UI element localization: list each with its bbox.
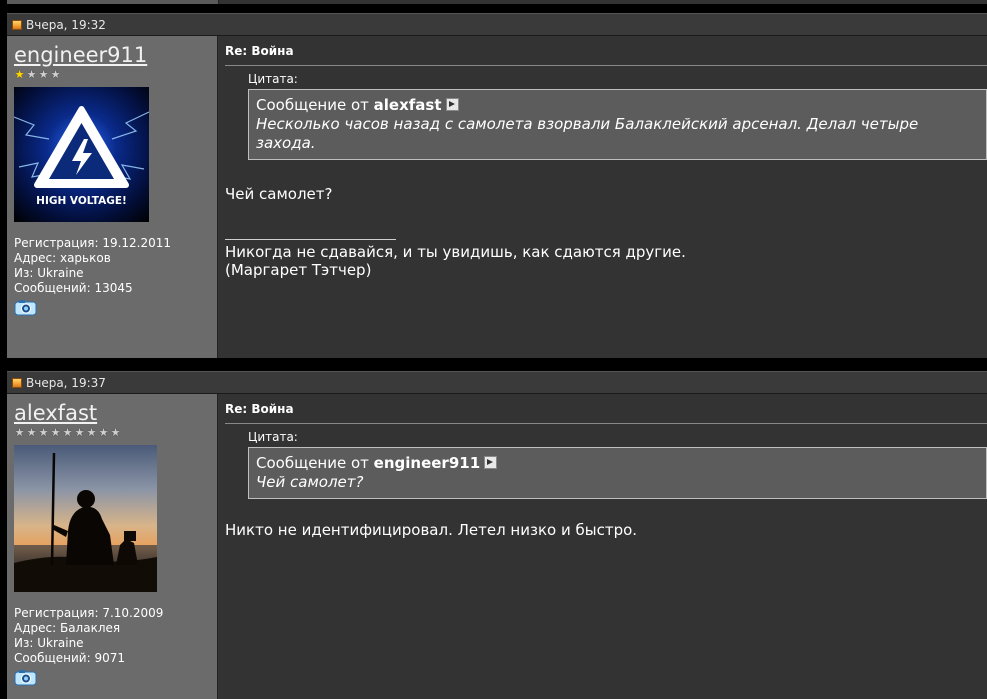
camera-icon[interactable] <box>14 669 37 686</box>
user-country: Из: Ukraine <box>14 266 84 280</box>
star-icon: ★ <box>50 426 61 439</box>
quote-box: Сообщение от alexfast Несколько часов на… <box>248 89 987 160</box>
message-panel: Re: Война Цитата: Сообщение от engineer9… <box>218 394 987 699</box>
quote-author: engineer911 <box>373 454 481 472</box>
quote-text: Чей самолет? <box>256 473 364 491</box>
post-header: Вчера, 19:37 <box>7 371 987 394</box>
star-icon: ★ <box>26 426 37 439</box>
user-rank-stars: ★ ★ ★ ★ <box>14 69 217 81</box>
user-rank-stars: ★ ★ ★ ★ ★ ★ ★ ★ ★ <box>14 427 217 439</box>
quote-label: Цитата: <box>248 430 298 444</box>
camera-icon[interactable] <box>14 299 37 316</box>
go-to-post-icon[interactable] <box>484 456 498 469</box>
previous-user-cell <box>7 0 219 4</box>
quote-prefix: Сообщение от <box>256 96 374 114</box>
avatar <box>14 445 157 592</box>
signature-divider <box>225 239 396 240</box>
star-icon: ★ <box>26 68 37 81</box>
star-icon: ★ <box>110 426 121 439</box>
post-title: Re: Война <box>225 44 294 58</box>
go-to-post-icon[interactable] <box>445 98 459 111</box>
star-icon: ★ <box>62 426 73 439</box>
message-panel: Re: Война Цитата: Сообщение от alexfast … <box>218 36 987 358</box>
post-status-icon <box>12 377 22 388</box>
message-text: Чей самолет? <box>225 185 333 203</box>
post-title: Re: Война <box>225 402 294 416</box>
avatar-caption: HIGH VOLTAGE! <box>36 195 127 207</box>
user-panel: alexfast ★ ★ ★ ★ ★ ★ ★ ★ ★ Регистрация: … <box>7 394 218 699</box>
avatar: HIGH VOLTAGE! <box>14 87 149 222</box>
user-post-count: Сообщений: 13045 <box>14 281 133 295</box>
previous-post-tail <box>0 0 987 12</box>
signature-line: (Маргарет Тэтчер) <box>225 261 372 279</box>
quote-label: Цитата: <box>248 72 298 86</box>
post-timestamp: Вчера, 19:32 <box>26 17 106 32</box>
user-post-count: Сообщений: 9071 <box>14 651 125 665</box>
post-header: Вчера, 19:32 <box>7 13 987 36</box>
star-icon: ★ <box>14 426 25 439</box>
post: Вчера, 19:32 engineer911 ★ ★ ★ ★ HIGH VO… <box>7 13 987 358</box>
quote-prefix: Сообщение от <box>256 454 374 472</box>
signature-line: Никогда не сдавайся, и ты увидишь, как с… <box>225 243 686 261</box>
quote-author: alexfast <box>373 96 442 114</box>
star-icon: ★ <box>98 426 109 439</box>
user-info: Регистрация: 7.10.2009 Адрес: Балаклея И… <box>14 606 217 666</box>
registration-date: Регистрация: 19.12.2011 <box>14 236 172 250</box>
star-icon: ★ <box>86 426 97 439</box>
user-address: Адрес: Балаклея <box>14 621 121 635</box>
quote-box: Сообщение от engineer911 Чей самолет? <box>248 447 987 499</box>
star-icon: ★ <box>38 68 49 81</box>
previous-message-cell <box>219 0 987 4</box>
star-icon: ★ <box>14 68 25 81</box>
post-timestamp: Вчера, 19:37 <box>26 375 106 390</box>
user-country: Из: Ukraine <box>14 636 84 650</box>
user-info: Регистрация: 19.12.2011 Адрес: харьков И… <box>14 236 217 296</box>
title-divider <box>225 65 987 66</box>
username-link[interactable]: alexfast <box>14 401 97 425</box>
star-icon: ★ <box>38 426 49 439</box>
star-icon: ★ <box>74 426 85 439</box>
star-icon: ★ <box>50 68 61 81</box>
message-text: Никто не идентифицировал. Летел низко и … <box>225 521 638 539</box>
quote-text: Несколько часов назад с самолета взорвал… <box>256 115 919 152</box>
title-divider <box>225 423 987 424</box>
user-address: Адрес: харьков <box>14 251 111 265</box>
user-panel: engineer911 ★ ★ ★ ★ HIGH VOLTAGE! Регист… <box>7 36 218 358</box>
registration-date: Регистрация: 7.10.2009 <box>14 606 164 620</box>
post-status-icon <box>12 19 22 30</box>
post: Вчера, 19:37 alexfast ★ ★ ★ ★ ★ ★ ★ ★ ★ <box>7 371 987 699</box>
username-link[interactable]: engineer911 <box>14 43 147 67</box>
